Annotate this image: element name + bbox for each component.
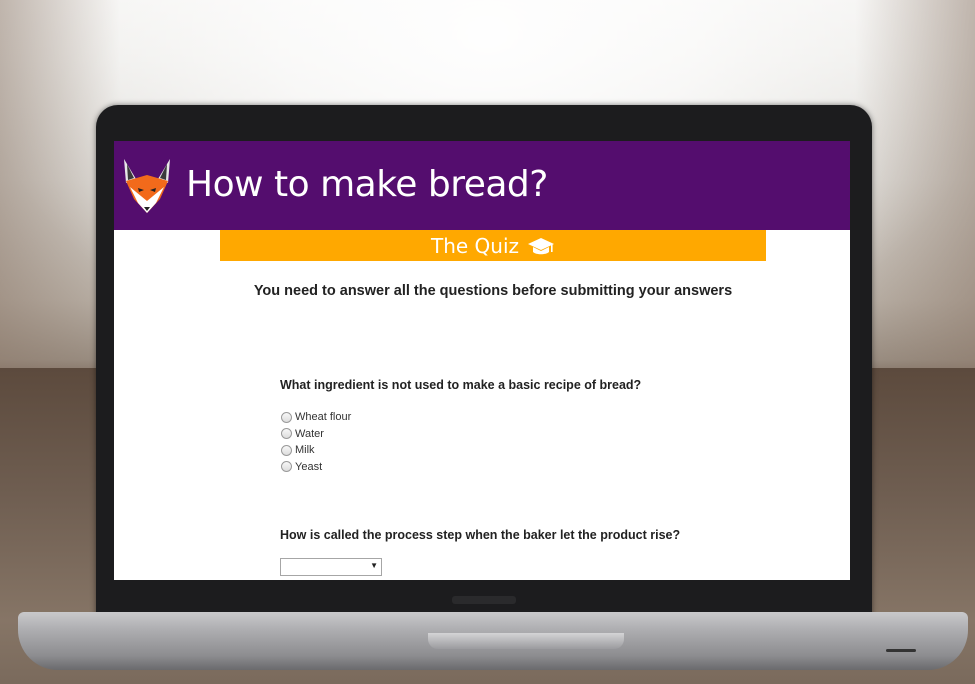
laptop-brand-plate (452, 596, 516, 604)
fox-logo-icon (124, 159, 170, 213)
radio-button[interactable] (281, 461, 292, 473)
app-header: How to make bread? (114, 141, 850, 230)
radio-button[interactable] (281, 411, 292, 423)
option-milk[interactable]: Milk (281, 442, 351, 459)
option-label: Water (295, 427, 324, 440)
radio-button[interactable] (281, 444, 292, 456)
laptop-hinge (428, 633, 624, 649)
question-1-text: What ingredient is not used to make a ba… (280, 378, 642, 392)
laptop-led (886, 649, 916, 652)
option-label: Wheat flour (295, 411, 352, 424)
option-wheat-flour[interactable]: Wheat flour (281, 409, 351, 426)
graduation-cap-icon (528, 237, 555, 254)
question-2-select[interactable]: ▼ (280, 558, 382, 576)
background-wall-right (855, 0, 975, 400)
question-2-text: How is called the process step when the … (280, 528, 681, 542)
radio-button[interactable] (281, 428, 292, 440)
option-yeast[interactable]: Yeast (281, 459, 351, 476)
laptop-screen: How to make bread? The Quiz You need to … (114, 141, 850, 580)
instruction-text: You need to answer all the questions bef… (253, 283, 733, 299)
question-1-options: Wheat flour Water Milk Yeast (281, 409, 351, 475)
option-water[interactable]: Water (281, 426, 351, 443)
option-label: Milk (295, 444, 315, 457)
quiz-banner: The Quiz (220, 230, 766, 261)
option-label: Yeast (295, 460, 323, 473)
chevron-down-icon: ▼ (370, 561, 378, 570)
quiz-banner-label: The Quiz (430, 233, 520, 258)
app-title: How to make bread? (186, 164, 548, 205)
